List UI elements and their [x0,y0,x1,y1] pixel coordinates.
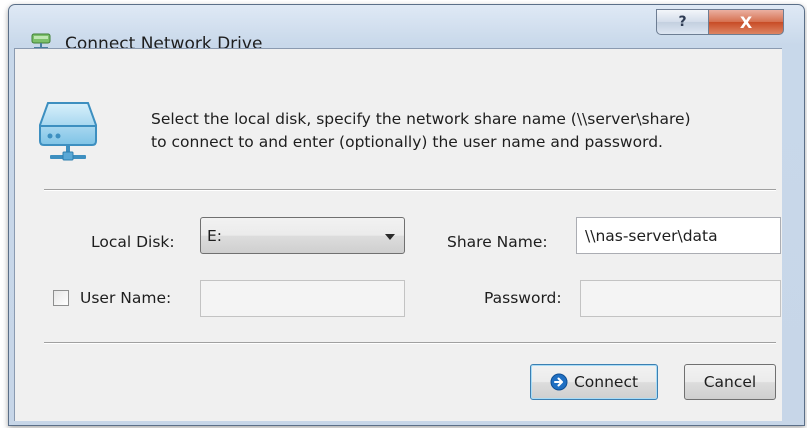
local-disk-dropdown[interactable]: E: [200,217,405,254]
connect-label: Connect [573,373,639,391]
description-line-1: Select the local disk, specify the netwo… [151,110,691,128]
description-line-2: to connect to and enter (optionally) the… [151,133,663,151]
description-text: Select the local disk, specify the netwo… [151,108,771,154]
local-disk-label: Local Disk: [91,233,175,251]
arrow-circle-icon [550,373,568,391]
connect-button[interactable]: Connect [530,364,658,400]
cancel-label: Cancel [703,373,757,391]
disk-drive-icon [39,102,97,161]
separator-top [44,189,776,191]
chevron-down-icon [385,234,395,240]
help-button[interactable]: ? [656,9,708,35]
separator-bottom [44,342,776,344]
dialog-body: Select the local disk, specify the netwo… [14,48,782,421]
share-name-label: Share Name: [447,233,548,251]
share-name-input[interactable]: \\nas-server\data [576,217,781,254]
password-label: Password: [484,289,562,307]
user-name-checkbox[interactable] [53,290,69,306]
close-icon: X [739,12,753,32]
title-bar[interactable]: Connect Network Drive ? X [9,5,804,54]
user-name-label: User Name: [80,289,172,307]
cancel-button[interactable]: Cancel [684,364,776,400]
local-disk-value: E: [207,226,223,245]
password-input[interactable] [580,280,781,317]
user-name-input[interactable] [200,280,405,317]
close-button[interactable]: X [708,9,784,35]
help-icon: ? [678,14,687,30]
